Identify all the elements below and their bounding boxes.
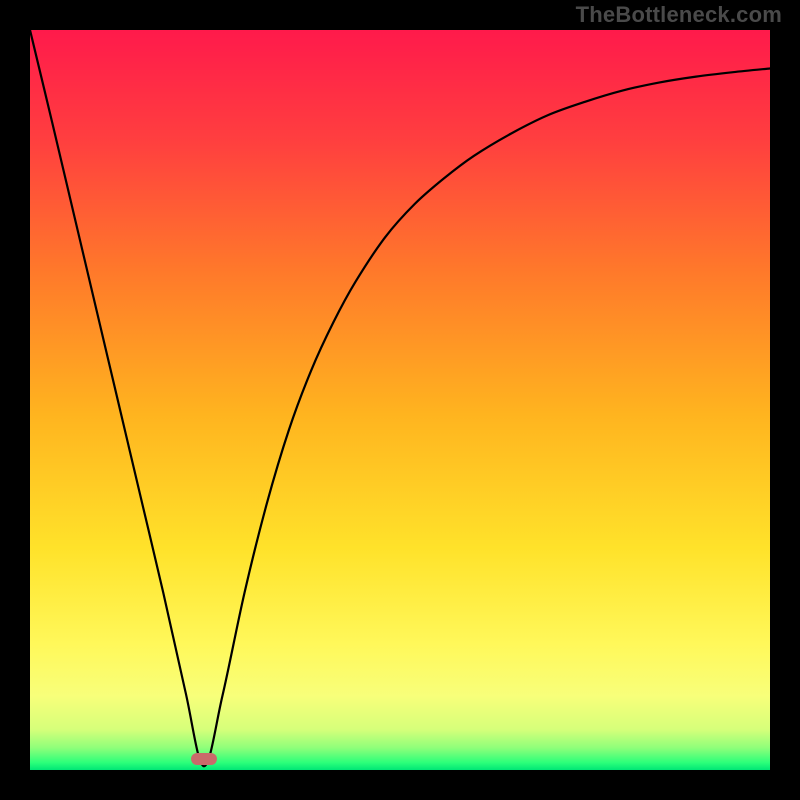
plot-area	[30, 30, 770, 770]
watermark-text: TheBottleneck.com	[576, 2, 782, 28]
optimum-marker	[191, 753, 217, 765]
curve-layer	[30, 30, 770, 770]
chart-stage: TheBottleneck.com	[0, 0, 800, 800]
v-curve	[30, 30, 770, 766]
